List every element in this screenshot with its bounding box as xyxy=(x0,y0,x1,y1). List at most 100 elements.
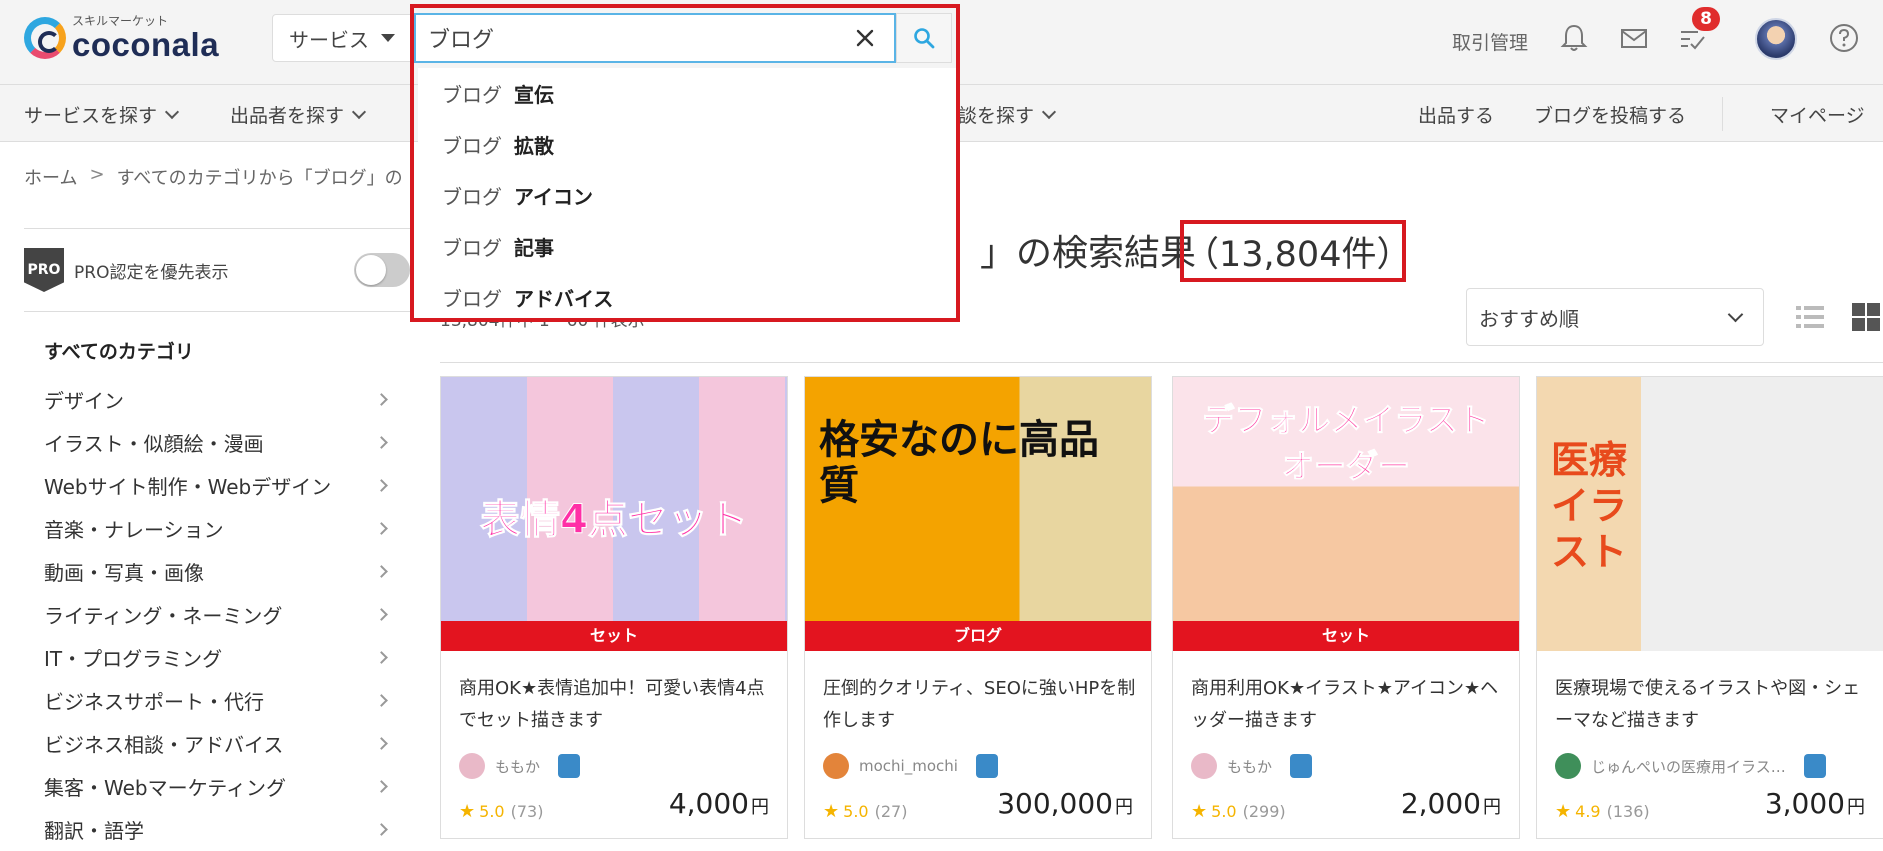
chevron-right-icon xyxy=(375,565,388,578)
category-item[interactable]: IT・プログラミング xyxy=(44,636,394,679)
category-item[interactable]: 翻訳・語学 xyxy=(44,808,394,851)
help-icon[interactable] xyxy=(1828,22,1860,54)
logo-wordmark: coconala xyxy=(72,26,220,63)
service-title[interactable]: 商用OK★表情追加中！可愛い表情4点でセット描きます xyxy=(459,673,775,737)
seller-info[interactable]: ももか xyxy=(459,753,581,779)
search-suggestion-item[interactable]: ブログ 拡散 xyxy=(418,119,956,170)
category-list: デザイン イラスト・似顔絵・漫画 Webサイト制作・Webデザイン 音楽・ナレー… xyxy=(44,378,394,851)
category-item[interactable]: 集客・Webマーケティング xyxy=(44,765,394,808)
service-card[interactable]: 表情4点セット セット 商用OK★表情追加中！可愛い表情4点でセット描きます も… xyxy=(440,376,788,839)
service-thumbnail: 表情4点セット セット xyxy=(441,377,787,651)
category-label: ビジネス相談・アドバイス xyxy=(44,733,284,757)
list-view-icon[interactable] xyxy=(1794,301,1826,333)
transaction-management-link[interactable]: 取引管理 xyxy=(1452,28,1528,55)
seller-rank-icon xyxy=(1290,754,1313,778)
category-item[interactable]: ライティング・ネーミング xyxy=(44,593,394,636)
suggestion-prefix: ブログ xyxy=(442,83,502,107)
find-consultation-menu[interactable]: 談を探す xyxy=(958,101,1057,128)
mail-icon[interactable] xyxy=(1618,22,1650,54)
rating: ★ 5.0 (73) xyxy=(459,801,543,822)
suggestion-keyword: アイコン xyxy=(514,185,593,209)
service-card[interactable]: 医療イラスト 医療現場で使えるイラストや図・シェーマなど描きます じゅんぺいの医… xyxy=(1536,376,1883,839)
seller-rank-icon xyxy=(1803,754,1826,778)
seller-rank-icon xyxy=(975,754,998,778)
category-item[interactable]: 動画・写真・画像 xyxy=(44,550,394,593)
star-icon: ★ xyxy=(1191,801,1208,822)
post-blog-link[interactable]: ブログを投稿する xyxy=(1534,101,1686,128)
chevron-down-icon xyxy=(164,104,180,119)
category-item[interactable]: 音楽・ナレーション xyxy=(44,507,394,550)
price: 3,000 円 xyxy=(1765,787,1865,820)
review-count: (136) xyxy=(1606,802,1650,821)
star-icon: ★ xyxy=(823,801,840,822)
seller-info[interactable]: mochi_mochi xyxy=(823,753,998,779)
category-item[interactable]: ビジネス相談・アドバイス xyxy=(44,722,394,765)
category-label: 翻訳・語学 xyxy=(44,819,144,843)
category-label: 集客・Webマーケティング xyxy=(44,776,287,800)
mypage-link[interactable]: マイページ xyxy=(1770,101,1865,128)
service-title[interactable]: 商用利用OK★イラスト★アイコン★ヘッダー描きます xyxy=(1191,673,1507,737)
service-thumbnail: 医療イラスト xyxy=(1537,377,1883,651)
search-suggestion-item[interactable]: ブログ 宣伝 xyxy=(418,68,956,119)
notification-count-badge: 8 xyxy=(1692,7,1720,31)
chevron-down-icon xyxy=(351,104,367,119)
category-item[interactable]: Webサイト制作・Webデザイン xyxy=(44,464,394,507)
suggestion-keyword: 宣伝 xyxy=(514,83,554,107)
seller-info[interactable]: じゅんぺいの医療用イラス… xyxy=(1555,753,1826,779)
price-value: 3,000 xyxy=(1764,787,1845,820)
service-title[interactable]: 圧倒的クオリティ、SEOに強いHPを制作します xyxy=(823,673,1139,737)
price: 4,000 円 xyxy=(669,787,769,820)
all-categories-heading[interactable]: すべてのカテゴリ xyxy=(44,337,194,364)
user-avatar[interactable] xyxy=(1755,18,1797,60)
thumbnail-band: セット xyxy=(441,621,787,651)
seller-avatar xyxy=(1555,753,1581,779)
seller-avatar xyxy=(1191,753,1217,779)
category-label: デザイン xyxy=(44,389,124,413)
sell-link[interactable]: 出品する xyxy=(1418,101,1494,128)
category-label: 音楽・ナレーション xyxy=(44,518,224,542)
coconala-logo[interactable]: スキルマーケット coconala xyxy=(24,14,219,62)
rating: ★ 5.0 (299) xyxy=(1191,801,1286,822)
category-item[interactable]: ビジネスサポート・代行 xyxy=(44,679,394,722)
seller-avatar xyxy=(459,753,485,779)
seller-name: ももか xyxy=(495,757,541,776)
rating: ★ 4.9 (136) xyxy=(1555,801,1650,822)
find-service-menu[interactable]: サービスを探す xyxy=(24,101,180,128)
thumbnail-caption: 格安なのに高品質 xyxy=(819,417,1099,509)
category-item[interactable]: デザイン xyxy=(44,378,394,421)
bell-icon[interactable] xyxy=(1558,22,1590,54)
service-title[interactable]: 医療現場で使えるイラストや図・シェーマなど描きます xyxy=(1555,673,1871,737)
search-suggestion-item[interactable]: ブログ アドバイス xyxy=(418,272,956,323)
search-suggestion-list: ブログ 宣伝 ブログ 拡散 ブログ アイコン ブログ 記事 ブログ アドバイス xyxy=(418,68,956,318)
category-item[interactable]: イラスト・似顔絵・漫画 xyxy=(44,421,394,464)
find-service-label: サービスを探す xyxy=(24,105,158,127)
chevron-right-icon xyxy=(375,823,388,836)
seller-info[interactable]: ももか xyxy=(1191,753,1313,779)
seller-name: じゅんぺいの医療用イラス… xyxy=(1591,757,1786,776)
service-type-label: サービス xyxy=(289,27,369,52)
chevron-right-icon xyxy=(375,436,388,449)
results-heading: 」の検索結果 xyxy=(980,233,1197,274)
service-card[interactable]: デフォルメイラストオーダー セット 商用利用OK★イラスト★アイコン★ヘッダー描… xyxy=(1172,376,1520,839)
service-card[interactable]: 格安なのに高品質 ブログ 圧倒的クオリティ、SEOに強いHPを制作します moc… xyxy=(804,376,1152,839)
pro-filter-toggle[interactable] xyxy=(354,253,410,287)
search-suggestion-item[interactable]: ブログ 記事 xyxy=(418,221,956,272)
seller-name: mochi_mochi xyxy=(859,757,958,775)
sort-order-select[interactable]: おすすめ順 xyxy=(1466,288,1764,346)
service-type-select[interactable]: サービス xyxy=(272,14,412,62)
search-suggestion-item[interactable]: ブログ アイコン xyxy=(418,170,956,221)
thumbnail-band: ブログ xyxy=(805,621,1151,651)
price: 2,000 円 xyxy=(1401,787,1501,820)
chevron-down-icon xyxy=(1727,306,1744,323)
category-label: Webサイト制作・Webデザイン xyxy=(44,475,332,499)
star-icon: ★ xyxy=(1555,801,1572,822)
suggestion-keyword: 拡散 xyxy=(514,134,554,158)
price-value: 4,000 xyxy=(668,787,749,820)
price-unit: 円 xyxy=(1847,797,1865,818)
thumbnail-caption: 医療イラスト xyxy=(1551,438,1628,574)
breadcrumb-home[interactable]: ホーム xyxy=(24,164,77,190)
price-value: 2,000 xyxy=(1400,787,1481,820)
service-thumbnail: 格安なのに高品質 ブログ xyxy=(805,377,1151,651)
find-seller-menu[interactable]: 出品者を探す xyxy=(230,101,367,128)
grid-view-icon[interactable] xyxy=(1850,301,1882,333)
